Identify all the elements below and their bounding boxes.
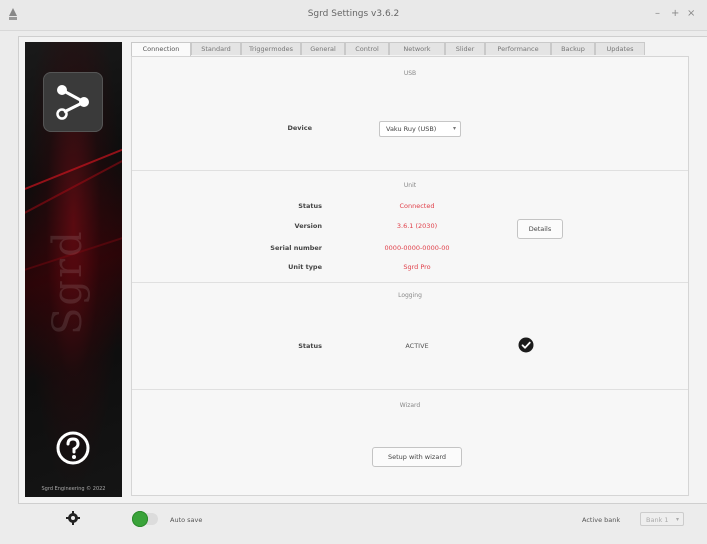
tab-connection[interactable]: Connection (131, 42, 191, 56)
tab-general[interactable]: General (301, 42, 345, 55)
unit-type-label: Unit type (288, 263, 322, 271)
toggle-knob (132, 511, 148, 527)
sidebar: Sgrd Sgrd Engineering © 2022 (25, 42, 122, 497)
title-bar: Sgrd Settings v3.6.2 – + × (0, 0, 707, 31)
tab-triggermodes[interactable]: Triggermodes (241, 42, 301, 55)
serial-number-value: 0000-0000-0000-00 (384, 244, 450, 252)
version-label: Version (294, 222, 322, 230)
app-logo (43, 72, 103, 132)
status-value: Connected (399, 202, 435, 210)
connection-panel: USB Device Vaku Ruy (USB) ▾ Unit Status … (131, 56, 689, 496)
wizard-section: Wizard Setup with wizard (132, 389, 688, 495)
tab-control[interactable]: Control (345, 42, 389, 55)
usb-section: USB Device Vaku Ruy (USB) ▾ (132, 57, 688, 171)
device-select-value: Vaku Ruy (USB) (386, 125, 437, 133)
copyright-text: Sgrd Engineering © 2022 (41, 486, 106, 492)
autosave-label: Auto save (170, 516, 203, 524)
gear-icon[interactable] (66, 511, 80, 525)
details-button[interactable]: Details (517, 219, 563, 239)
serial-number-label: Serial number (270, 244, 322, 252)
active-bank-value: Bank 1 (646, 516, 669, 524)
decor-streak (25, 151, 122, 219)
logging-status-value: ACTIVE (405, 342, 429, 350)
section-title-usb: USB (403, 70, 417, 77)
section-title-wizard: Wizard (399, 402, 421, 409)
close-icon[interactable]: × (687, 8, 695, 20)
window-title: Sgrd Settings v3.6.2 (307, 9, 400, 19)
tab-standard[interactable]: Standard (191, 42, 241, 55)
chevron-down-icon: ▾ (675, 516, 679, 523)
maximize-icon[interactable]: + (671, 8, 679, 20)
section-title-logging: Logging (398, 292, 422, 299)
tab-performance[interactable]: Performance (485, 42, 551, 55)
autosave-toggle[interactable] (132, 511, 158, 527)
active-bank-label: Active bank (582, 516, 621, 524)
minimize-icon[interactable]: – (655, 8, 660, 20)
share-icon (56, 85, 89, 120)
status-label: Status (298, 202, 322, 210)
logging-section: Logging Status ACTIVE (132, 282, 688, 390)
tab-slider[interactable]: Slider (445, 42, 485, 55)
tab-network[interactable]: Network (389, 42, 445, 55)
version-value: 3.6.1 (2030) (396, 222, 438, 230)
device-select[interactable]: Vaku Ruy (USB) ▾ (379, 121, 461, 137)
help-icon[interactable] (55, 430, 91, 466)
active-bank-select[interactable]: Bank 1 ▾ (640, 512, 684, 526)
setup-wizard-button[interactable]: Setup with wizard (372, 447, 462, 467)
brand-watermark: Sgrd (45, 229, 91, 335)
logging-status-label: Status (298, 342, 322, 350)
unit-type-value: Sgrd Pro (403, 263, 431, 271)
tab-updates[interactable]: Updates (595, 42, 645, 55)
device-label: Device (287, 124, 312, 132)
section-title-unit: Unit (403, 182, 417, 189)
unit-section: Unit Status Connected Version 3.6.1 (203… (132, 170, 688, 283)
tab-backup[interactable]: Backup (551, 42, 595, 55)
chevron-down-icon: ▾ (452, 125, 456, 132)
logging-check-icon[interactable] (518, 337, 534, 353)
